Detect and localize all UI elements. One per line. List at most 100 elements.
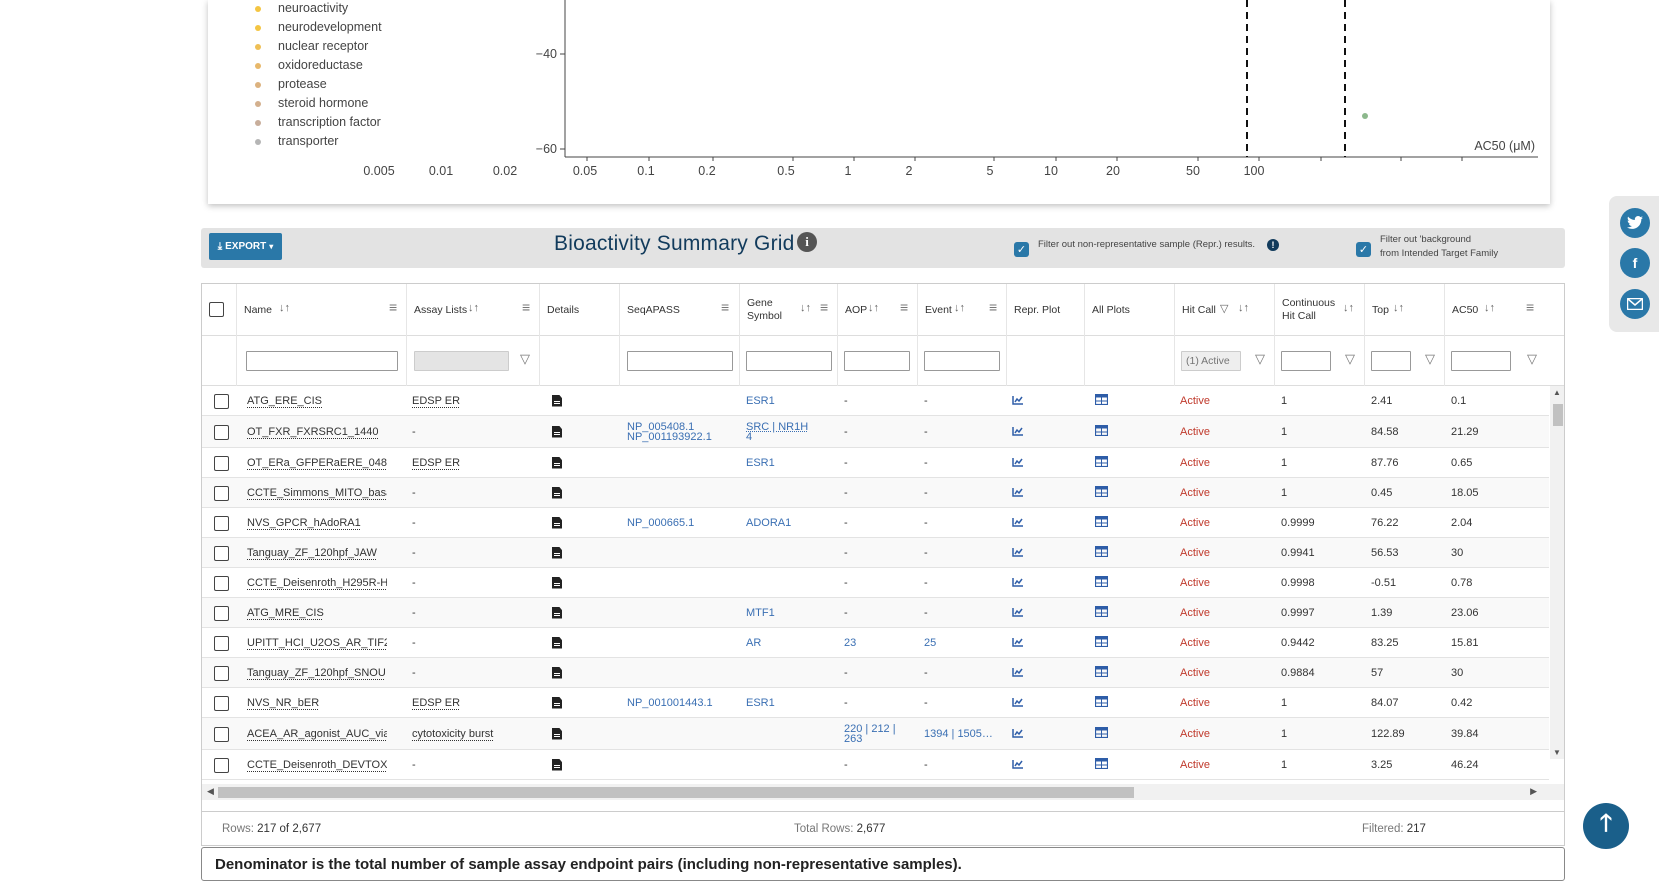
table-row[interactable]: NVS_NR_bER EDSP ER NP_001001443.1 ESR1 - - Act… <box>202 688 1549 718</box>
twitter-icon[interactable] <box>1620 208 1650 238</box>
row-checkbox[interactable] <box>214 424 229 440</box>
table-row[interactable]: CCTE_Deisenroth_H295R-HTF - - - Active 0.9998… <box>202 568 1549 598</box>
filter-background-checkbox[interactable]: ✓ <box>1356 242 1371 257</box>
sort-icon[interactable]: ↓↑ <box>1343 302 1354 314</box>
assay-list-value[interactable]: EDSP ER <box>412 395 460 407</box>
column-menu-icon[interactable]: ≡ <box>1526 299 1534 315</box>
table-row[interactable]: ACEA_AR_agonist_AUC_viabil cytotoxicity b… <box>202 718 1549 750</box>
line-chart-icon[interactable] <box>1012 516 1024 530</box>
sort-icon[interactable]: ↓↑ <box>800 302 811 314</box>
hit-call-filter-input[interactable] <box>1181 351 1241 371</box>
line-chart-icon[interactable] <box>1012 394 1024 408</box>
table-row[interactable]: OT_FXR_FXRSRC1_1440 - NP_005408.1 NP_001193… <box>202 416 1549 448</box>
table-icon[interactable] <box>1095 455 1109 470</box>
assay-name-link[interactable]: CCTE_Simmons_MITO_basal_ <box>247 487 387 499</box>
sort-icon[interactable]: ↓↑ <box>868 302 879 314</box>
filter-info-icon[interactable]: ! <box>1267 239 1279 251</box>
gene-link[interactable]: ADORA1 <box>746 517 791 529</box>
scroll-down-icon[interactable]: ▼ <box>1553 748 1561 757</box>
assay-name-link[interactable]: CCTE_Deisenroth_DEVTOX_R <box>247 759 387 771</box>
col-event[interactable]: Event ↓↑ ≡ <box>918 284 1007 336</box>
col-assay-lists[interactable]: Assay Lists ↓↑ ≡ <box>407 284 540 336</box>
seqapass-filter-input[interactable] <box>627 351 733 371</box>
row-checkbox[interactable] <box>214 757 229 773</box>
assay-name-link[interactable]: Tanguay_ZF_120hpf_SNOU <box>247 667 386 679</box>
top-filter-input[interactable] <box>1371 351 1411 371</box>
scroll-to-top-button[interactable]: 🡑 <box>1583 803 1629 849</box>
filter-funnel-icon[interactable]: ▽ <box>1220 302 1228 315</box>
table-row[interactable]: UPITT_HCI_U2OS_AR_TIF2_N - AR 23 25 Active 0.9… <box>202 628 1549 658</box>
event-value[interactable]: 1394 | 1505… <box>924 728 993 740</box>
table-icon[interactable] <box>1095 393 1109 408</box>
email-icon[interactable] <box>1620 289 1650 319</box>
gene-link[interactable]: MTF1 <box>746 607 775 619</box>
assay-name-link[interactable]: ATG_MRE_CIS <box>247 607 324 619</box>
document-icon[interactable] <box>552 696 562 709</box>
horizontal-scroll-thumb[interactable] <box>218 787 1134 798</box>
document-icon[interactable] <box>552 636 562 649</box>
seqapass-link[interactable]: NP_001193922.1 <box>627 431 712 443</box>
sort-icon[interactable]: ↓↑ <box>1238 302 1249 314</box>
assay-list-value[interactable]: cytotoxicity burst <box>412 728 493 740</box>
sort-icon[interactable]: ↓↑ <box>1393 302 1404 314</box>
assay-name-link[interactable]: OT_FXR_FXRSRC1_1440 <box>247 426 378 438</box>
document-icon[interactable] <box>552 456 562 469</box>
table-icon[interactable] <box>1095 605 1109 620</box>
seqapass-link[interactable]: NP_000665.1 <box>627 517 694 529</box>
scroll-left-icon[interactable]: ◀ <box>207 786 214 797</box>
line-chart-icon[interactable] <box>1012 576 1024 590</box>
sort-icon[interactable]: ↓↑ <box>279 302 290 314</box>
row-checkbox[interactable] <box>214 393 229 409</box>
col-continuous-hit-call[interactable]: Continuous Hit Call ↓↑ <box>1275 284 1365 336</box>
filter-funnel-icon[interactable]: ▽ <box>1425 351 1435 367</box>
assay-name-link[interactable]: NVS_NR_bER <box>247 697 319 709</box>
column-menu-icon[interactable]: ≡ <box>389 299 397 315</box>
assay-name-link[interactable]: NVS_GPCR_hAdoRA1 <box>247 517 361 529</box>
assay-name-link[interactable]: ACEA_AR_agonist_AUC_viabil <box>247 728 387 740</box>
document-icon[interactable] <box>552 394 562 407</box>
filter-non-representative-checkbox[interactable]: ✓ <box>1014 242 1029 257</box>
row-checkbox[interactable] <box>214 515 229 531</box>
table-row[interactable]: Tanguay_ZF_120hpf_JAW - - - Active 0.9941 56.5… <box>202 538 1549 568</box>
row-checkbox[interactable] <box>214 726 229 742</box>
line-chart-icon[interactable] <box>1012 727 1024 741</box>
document-icon[interactable] <box>552 727 562 740</box>
table-icon[interactable] <box>1095 424 1109 439</box>
line-chart-icon[interactable] <box>1012 425 1024 439</box>
line-chart-icon[interactable] <box>1012 636 1024 650</box>
row-checkbox[interactable] <box>214 605 229 621</box>
gene-link[interactable]: ESR1 <box>746 457 775 469</box>
continuous-filter-input[interactable] <box>1281 351 1331 371</box>
table-icon[interactable] <box>1095 545 1109 560</box>
horizontal-scrollbar[interactable]: ◀ ▶ <box>202 784 1564 800</box>
assay-list-value[interactable]: EDSP ER <box>412 697 460 709</box>
document-icon[interactable] <box>552 576 562 589</box>
row-checkbox[interactable] <box>214 455 229 471</box>
column-menu-icon[interactable]: ≡ <box>522 299 530 315</box>
aop-value[interactable]: 23 <box>844 637 856 649</box>
column-menu-icon[interactable]: ≡ <box>820 299 828 315</box>
document-icon[interactable] <box>552 546 562 559</box>
col-top[interactable]: Top ↓↑ <box>1365 284 1445 336</box>
table-row[interactable]: Tanguay_ZF_120hpf_SNOU - - - Active 0.9884 57 3… <box>202 658 1549 688</box>
document-icon[interactable] <box>552 516 562 529</box>
document-icon[interactable] <box>552 606 562 619</box>
event-value[interactable]: 25 <box>924 637 936 649</box>
col-name[interactable]: Name ↓↑ ≡ <box>237 284 407 336</box>
row-checkbox[interactable] <box>214 485 229 501</box>
table-icon[interactable] <box>1095 575 1109 590</box>
filter-funnel-icon[interactable]: ▽ <box>1345 351 1355 367</box>
filter-funnel-icon[interactable]: ▽ <box>1527 351 1537 367</box>
ac50-filter-input[interactable] <box>1451 351 1511 371</box>
table-icon[interactable] <box>1095 726 1109 741</box>
export-button[interactable]: ⤓ EXPORT ▾ <box>209 233 282 260</box>
table-row[interactable]: ATG_ERE_CIS EDSP ER ESR1 - - Active 1 2.41 0.1 <box>202 386 1549 416</box>
table-icon[interactable] <box>1095 635 1109 650</box>
table-row[interactable]: CCTE_Simmons_MITO_basal_ - - - Active 1 0.45 18… <box>202 478 1549 508</box>
line-chart-icon[interactable] <box>1012 758 1024 772</box>
document-icon[interactable] <box>552 425 562 438</box>
column-menu-icon[interactable]: ≡ <box>900 299 908 315</box>
table-icon[interactable] <box>1095 757 1109 772</box>
column-menu-icon[interactable]: ≡ <box>989 299 997 315</box>
col-aop[interactable]: AOP ↓↑ ≡ <box>838 284 918 336</box>
